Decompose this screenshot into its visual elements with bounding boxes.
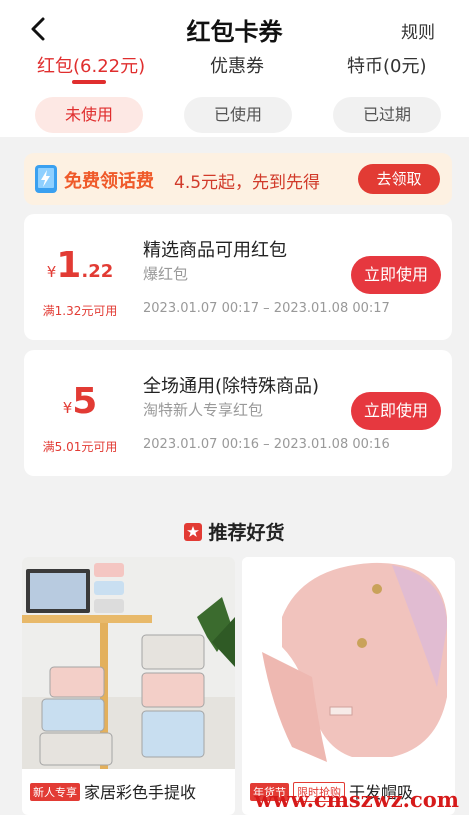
- header: 红包卡券 规则 红包(6.22元) 优惠券 特币(0元) 未使用 已使用 已过期: [0, 0, 469, 137]
- coupon-condition: 满5.01元可用: [42, 440, 118, 454]
- coupon-condition: 满1.32元可用: [42, 304, 118, 318]
- amount-integer: 1: [56, 245, 82, 286]
- product-image-storage-boxes: [22, 557, 235, 769]
- star-badge-icon: [184, 523, 203, 541]
- recommend-label: 推荐好货: [208, 522, 285, 544]
- coupon-amount: ¥1.22: [24, 245, 136, 286]
- currency-symbol: ¥: [62, 399, 73, 417]
- coupon-title: 全场通用(除特殊商品): [143, 376, 320, 397]
- claim-button[interactable]: 去领取: [358, 164, 440, 194]
- page-title: 红包卡券: [186, 18, 283, 46]
- product-card[interactable]: 年货节 限时抢购 干发帽吸: [242, 557, 455, 815]
- active-tab-indicator: [72, 80, 106, 84]
- coupon-subtitle: 爆红包: [143, 265, 189, 283]
- tab-red-packet[interactable]: 红包(6.22元): [37, 52, 145, 78]
- product-image-hair-towel: [242, 557, 455, 769]
- coupon-subtitle: 淘特新人专享红包: [143, 401, 264, 419]
- coupon-card: ¥5 满5.01元可用 全场通用(除特殊商品) 淘特新人专享红包 2023.01…: [24, 350, 452, 476]
- product-name: 家居彩色手提收: [84, 783, 197, 802]
- coupon-amount: ¥5: [24, 381, 136, 422]
- recommend-section-title: 推荐好货: [0, 518, 469, 545]
- coupon-card: ¥1.22 满1.32元可用 精选商品可用红包 爆红包 2023.01.07 0…: [24, 214, 452, 340]
- filter-used[interactable]: 已使用: [184, 97, 292, 133]
- promo-text: 4.5元起，先到先得: [174, 173, 321, 193]
- currency-symbol: ¥: [46, 263, 57, 281]
- coupon-validity: 2023.01.07 00:16 – 2023.01.08 00:16: [143, 437, 390, 452]
- tab-special-coins[interactable]: 特币(0元): [347, 52, 427, 78]
- product-title: 新人专享 家居彩色手提收: [30, 779, 196, 803]
- tab-bar: 红包(6.22元) 优惠券 特币(0元): [0, 52, 469, 88]
- amount-decimal: .22: [81, 261, 114, 282]
- promo-banner[interactable]: 免费领话费 4.5元起，先到先得 去领取: [24, 153, 452, 205]
- promo-brand: 免费领话费: [64, 171, 154, 192]
- rules-link[interactable]: 规则: [401, 18, 435, 43]
- tab-coupons[interactable]: 优惠券: [210, 52, 264, 78]
- new-user-tag: 新人专享: [30, 783, 80, 801]
- filter-expired[interactable]: 已过期: [333, 97, 441, 133]
- coupon-validity: 2023.01.07 00:17 – 2023.01.08 00:17: [143, 301, 390, 316]
- watermark: www.cmszwz.com: [254, 787, 459, 812]
- use-now-button[interactable]: 立即使用: [351, 392, 441, 430]
- amount-integer: 5: [72, 381, 98, 422]
- product-card[interactable]: 新人专享 家居彩色手提收: [22, 557, 235, 815]
- filter-unused[interactable]: 未使用: [35, 97, 143, 133]
- use-now-button[interactable]: 立即使用: [351, 256, 441, 294]
- coupon-title: 精选商品可用红包: [143, 240, 287, 261]
- phone-bolt-icon: [35, 165, 57, 193]
